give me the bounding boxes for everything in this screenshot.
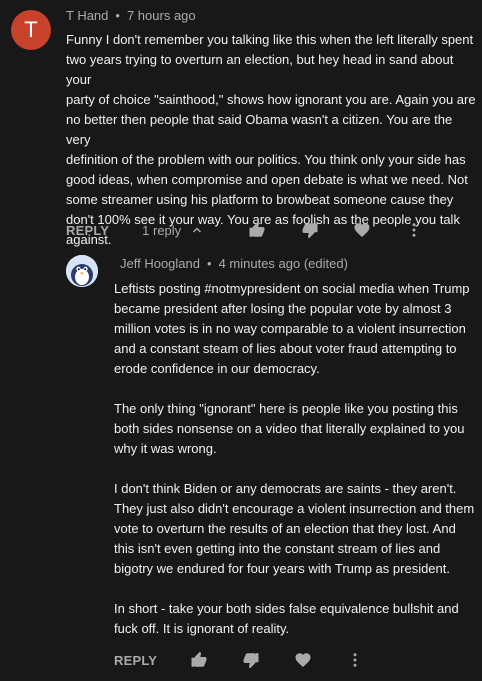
- more-options-icon[interactable]: [345, 650, 365, 670]
- dislike-icon[interactable]: [241, 650, 261, 670]
- meta-separator: •: [207, 256, 212, 271]
- reply-timestamp[interactable]: 4 minutes ago (edited): [219, 256, 348, 271]
- dislike-icon[interactable]: [300, 220, 320, 240]
- chevron-up-icon: [187, 220, 207, 240]
- comment-text: Funny I don't remember you talking like …: [66, 32, 476, 247]
- like-icon[interactable]: [189, 650, 209, 670]
- more-options-icon[interactable]: [404, 220, 424, 240]
- comment-action-bar: REPLY 1 reply: [66, 220, 424, 240]
- comment-author[interactable]: T Hand: [66, 8, 108, 23]
- reply-meta: Jeff Hoogland • 4 minutes ago (edited): [120, 256, 348, 271]
- view-replies-button[interactable]: 1 reply: [142, 220, 207, 240]
- comment-timestamp[interactable]: 7 hours ago: [127, 8, 196, 23]
- reply-author[interactable]: Jeff Hoogland: [120, 256, 200, 271]
- heart-icon[interactable]: [293, 650, 313, 670]
- like-icon[interactable]: [247, 220, 267, 240]
- penguin-avatar-icon: [66, 255, 98, 287]
- heart-icon[interactable]: [352, 220, 372, 240]
- reply-button[interactable]: REPLY: [66, 223, 109, 238]
- reply-author-avatar[interactable]: [66, 255, 98, 287]
- avatar-letter: T: [24, 17, 38, 42]
- meta-separator: •: [115, 8, 120, 23]
- replies-count: 1 reply: [142, 222, 182, 238]
- reply-button[interactable]: REPLY: [114, 653, 157, 668]
- reply-text: Leftists posting #notmypresident on soci…: [114, 281, 475, 636]
- reply-action-bar: REPLY: [114, 650, 365, 670]
- comment-meta: T Hand • 7 hours ago: [66, 8, 196, 23]
- author-avatar[interactable]: T: [11, 10, 51, 50]
